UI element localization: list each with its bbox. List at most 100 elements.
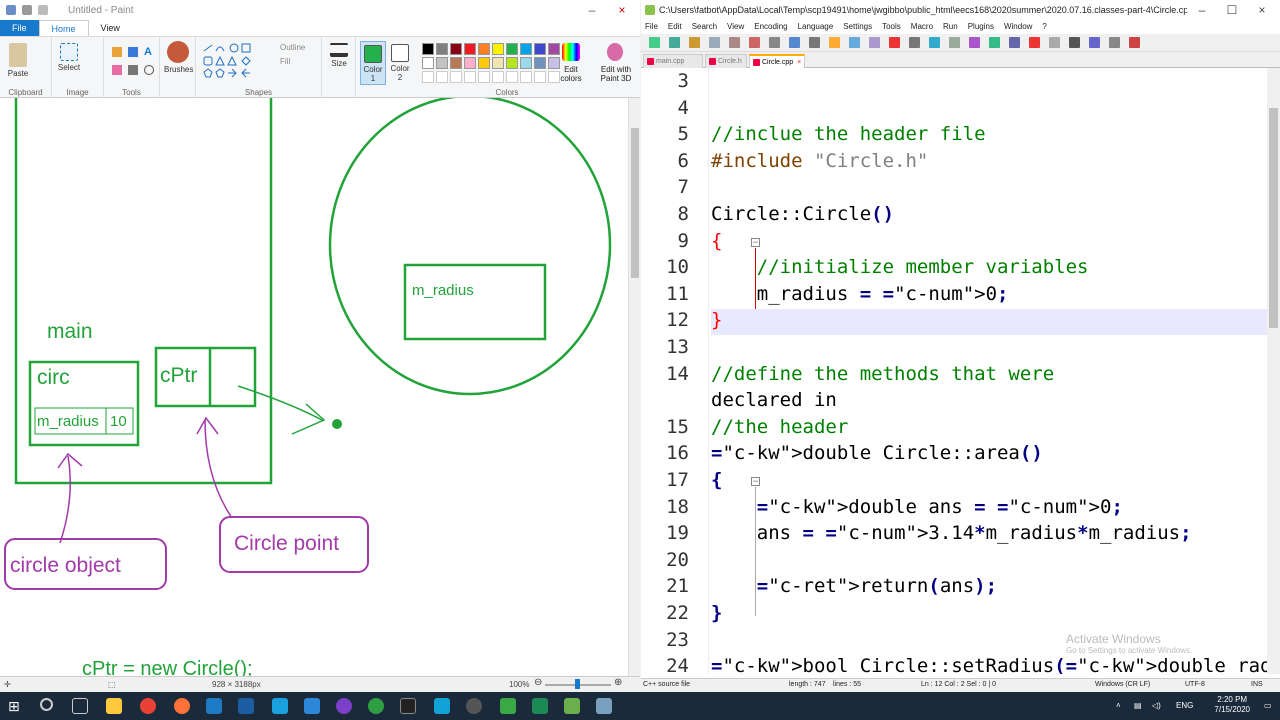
palette-swatch[interactable]: [506, 43, 518, 55]
fold-toggle-icon[interactable]: −: [751, 237, 760, 247]
app-icon[interactable]: [272, 698, 288, 714]
npp-vertical-scrollbar[interactable]: [1267, 68, 1280, 674]
toolbar-button-icon[interactable]: [969, 37, 980, 48]
tab-view[interactable]: View: [89, 20, 132, 36]
task-view-icon[interactable]: [72, 698, 88, 714]
toolbar-button-icon[interactable]: [749, 37, 760, 48]
app-icon[interactable]: [368, 698, 384, 714]
menu-item-view[interactable]: View: [727, 20, 744, 34]
palette-swatch[interactable]: [450, 43, 462, 55]
scroll-thumb[interactable]: [631, 128, 639, 278]
chrome-icon[interactable]: [140, 698, 156, 714]
paint3d-button[interactable]: Edit with Paint 3D: [596, 65, 636, 83]
outline-dropdown[interactable]: Outline: [280, 43, 305, 52]
menu-item-[interactable]: ?: [1042, 20, 1046, 34]
color2-button[interactable]: Color 2: [388, 41, 412, 82]
fill-dropdown[interactable]: Fill: [280, 57, 290, 66]
app-icon[interactable]: [434, 698, 450, 714]
select-button[interactable]: Select: [56, 43, 82, 72]
menu-item-encoding[interactable]: Encoding: [754, 20, 787, 34]
paint3d-icon[interactable]: [607, 43, 623, 61]
close-tab-icon[interactable]: ×: [797, 59, 801, 66]
palette-swatch[interactable]: [464, 43, 476, 55]
palette-swatch[interactable]: [478, 43, 490, 55]
toolbar-button-icon[interactable]: [1129, 37, 1140, 48]
custom-swatch[interactable]: [464, 71, 476, 83]
palette-swatch[interactable]: [422, 43, 434, 55]
palette-swatch[interactable]: [520, 57, 532, 69]
palette-swatch[interactable]: [506, 57, 518, 69]
scroll-thumb[interactable]: [1269, 108, 1278, 328]
tab-main-cpp[interactable]: main.cpp: [643, 54, 703, 68]
picker-icon[interactable]: [128, 65, 138, 75]
paste-button[interactable]: Paste: [6, 43, 30, 78]
redo-icon[interactable]: [38, 5, 48, 15]
palette-swatch[interactable]: [548, 43, 560, 55]
toolbar-button-icon[interactable]: [989, 37, 1000, 48]
toolbar-button-icon[interactable]: [649, 37, 660, 48]
close-icon[interactable]: ×: [1247, 0, 1277, 20]
maximize-icon[interactable]: ☐: [1217, 0, 1247, 20]
steam-icon[interactable]: [238, 698, 254, 714]
app-icon[interactable]: [304, 698, 320, 714]
tab-file[interactable]: File: [0, 20, 39, 36]
zoom-slider-thumb[interactable]: [575, 679, 580, 689]
menu-item-language[interactable]: Language: [798, 20, 834, 34]
toolbar-button-icon[interactable]: [929, 37, 940, 48]
save-icon[interactable]: [6, 5, 16, 15]
tab-circle-h[interactable]: Circle.h: [705, 54, 747, 68]
palette-swatch[interactable]: [436, 57, 448, 69]
toolbar-button-icon[interactable]: [869, 37, 880, 48]
toolbar-button-icon[interactable]: [829, 37, 840, 48]
custom-swatch[interactable]: [422, 71, 434, 83]
notepadpp-taskbar-icon[interactable]: [564, 698, 580, 714]
custom-swatch[interactable]: [520, 71, 532, 83]
fill-icon[interactable]: [128, 47, 138, 57]
drawing-canvas[interactable]: main circ m_radius 10 cPtr m_radius circ…: [0, 98, 628, 676]
color1-button[interactable]: Color 1: [360, 41, 386, 85]
paint-taskbar-icon[interactable]: [596, 698, 612, 714]
volume-icon[interactable]: ◁): [1152, 701, 1161, 710]
toolbar-button-icon[interactable]: [889, 37, 900, 48]
eraser-icon[interactable]: [112, 65, 122, 75]
toolbar-button-icon[interactable]: [1109, 37, 1120, 48]
clock[interactable]: 2:20 PM 7/15/2020: [1214, 695, 1250, 715]
menu-item-tools[interactable]: Tools: [882, 20, 901, 34]
toolbar-button-icon[interactable]: [1009, 37, 1020, 48]
toolbar-button-icon[interactable]: [789, 37, 800, 48]
toolbar-button-icon[interactable]: [809, 37, 820, 48]
tab-home[interactable]: Home: [38, 20, 89, 36]
pencil-icon[interactable]: [112, 47, 122, 57]
undo-icon[interactable]: [22, 5, 32, 15]
notifications-icon[interactable]: ▭: [1264, 701, 1272, 710]
start-icon[interactable]: ⊞: [8, 698, 24, 714]
toolbar-button-icon[interactable]: [769, 37, 780, 48]
toolbar-button-icon[interactable]: [1049, 37, 1060, 48]
text-icon[interactable]: A: [144, 47, 154, 58]
tab-circle-cpp[interactable]: Circle.cpp ×: [749, 54, 805, 68]
tray-arrow-icon[interactable]: ˄: [1116, 701, 1121, 710]
firefox-icon[interactable]: [174, 698, 190, 714]
magnifier-icon[interactable]: [144, 65, 154, 75]
app-icon[interactable]: [336, 698, 352, 714]
zoom-in-button[interactable]: ⊕: [614, 677, 622, 688]
custom-swatch[interactable]: [450, 71, 462, 83]
search-icon[interactable]: [40, 698, 53, 711]
palette-swatch[interactable]: [450, 57, 462, 69]
toolbar-button-icon[interactable]: [689, 37, 700, 48]
palette-swatch[interactable]: [492, 43, 504, 55]
app-icon[interactable]: [500, 698, 516, 714]
language-indicator[interactable]: ENG: [1176, 701, 1193, 710]
app-icon[interactable]: [532, 698, 548, 714]
palette-swatch[interactable]: [436, 43, 448, 55]
menu-item-edit[interactable]: Edit: [668, 20, 682, 34]
terminal-icon[interactable]: [206, 698, 222, 714]
minimize-icon[interactable]: –: [578, 0, 606, 20]
palette-swatch[interactable]: [492, 57, 504, 69]
palette-swatch[interactable]: [464, 57, 476, 69]
palette-swatch[interactable]: [520, 43, 532, 55]
menu-item-plugins[interactable]: Plugins: [968, 20, 994, 34]
zoom-out-button[interactable]: ⊖: [534, 677, 542, 688]
toolbar-button-icon[interactable]: [1069, 37, 1080, 48]
size-button[interactable]: Size: [326, 43, 352, 68]
